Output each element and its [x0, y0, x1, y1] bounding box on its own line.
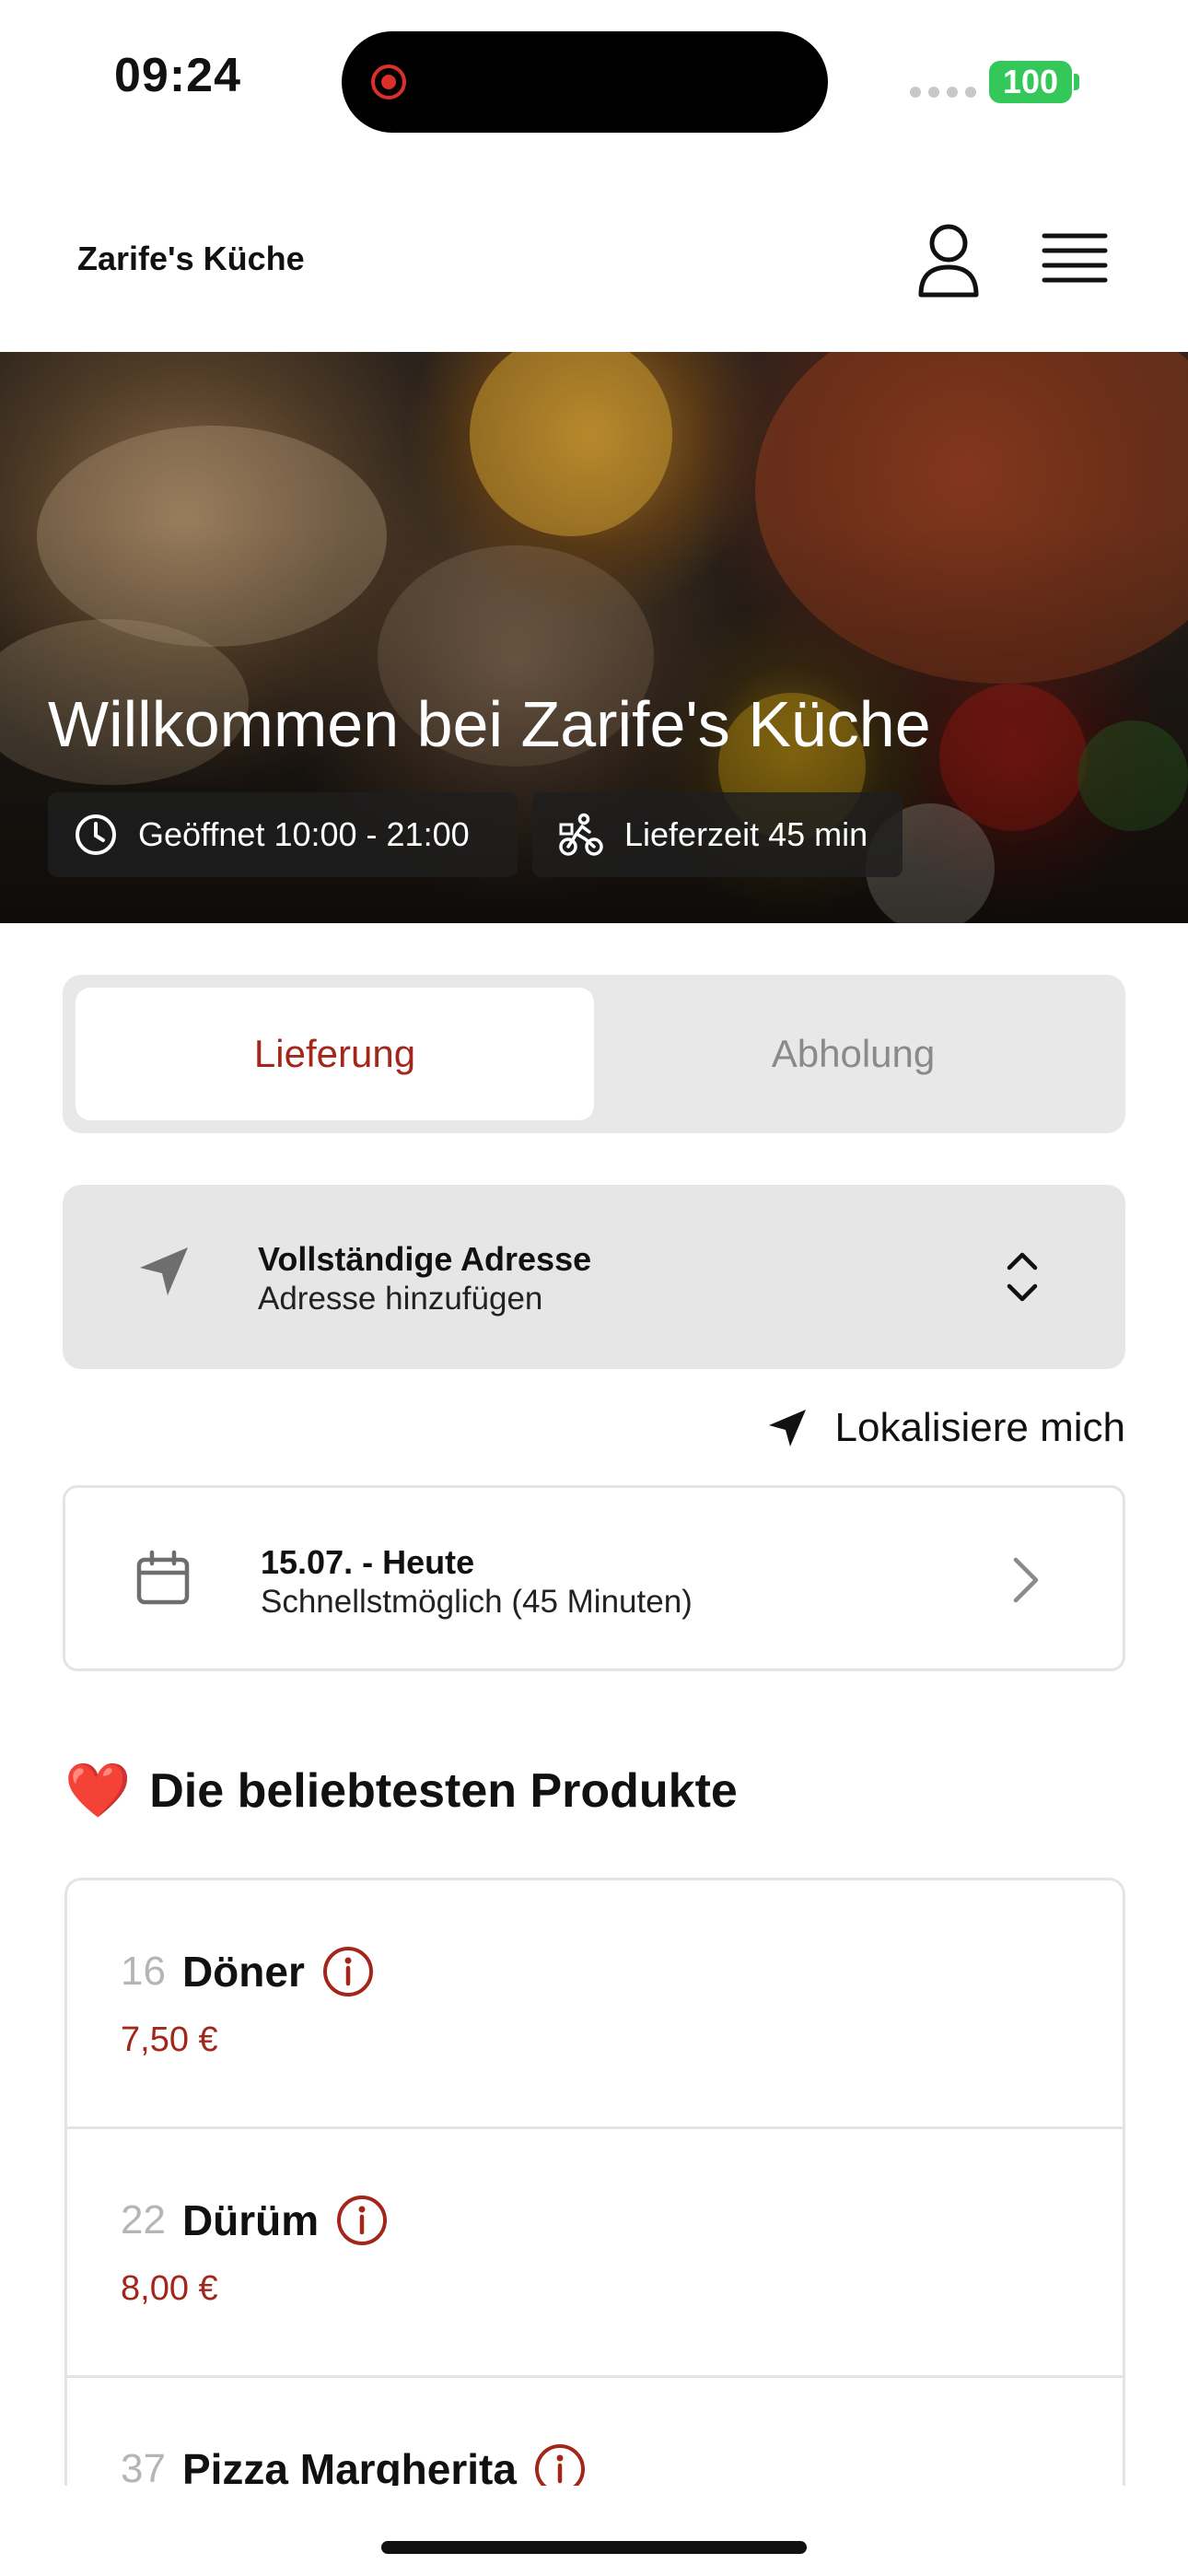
battery-indicator: 100	[989, 61, 1072, 103]
clock-icon	[76, 814, 116, 855]
tab-delivery[interactable]: Lieferung	[76, 988, 594, 1120]
opening-hours-chip: Geöffnet 10:00 - 21:00	[48, 792, 518, 877]
hero-banner: Willkommen bei Zarife's Küche Geöffnet 1…	[0, 352, 1188, 923]
product-name: Pizza Margherita	[181, 2445, 517, 2486]
home-indicator[interactable]	[381, 2541, 807, 2554]
info-icon[interactable]	[321, 1945, 375, 1998]
product-item[interactable]: 16 Döner 7,50 €	[67, 1880, 1123, 2129]
order-mode-toggle: Lieferung Abholung	[63, 975, 1125, 1133]
product-number: 22	[121, 2197, 166, 2242]
address-selector[interactable]: Vollständige Adresse Adresse hinzufügen	[63, 1185, 1125, 1369]
app-header: Zarife's Küche	[0, 184, 1188, 352]
address-title: Vollständige Adresse	[258, 1240, 592, 1278]
popular-products-list: 16 Döner 7,50 € 22 Dürüm 8,00 € 37 Pizza…	[64, 1878, 1125, 2486]
delivery-time-option: Schnellstmöglich (45 Minuten)	[261, 1584, 693, 1620]
info-icon[interactable]	[533, 2442, 587, 2486]
locate-me-label: Lokalisiere mich	[834, 1405, 1125, 1450]
bicycle-courier-icon	[559, 813, 603, 856]
product-price: 7,50 €	[121, 2020, 218, 2059]
product-item[interactable]: 22 Dürüm 8,00 €	[67, 2129, 1123, 2378]
status-time: 09:24	[114, 49, 241, 102]
status-bar: 09:24 100	[0, 0, 1188, 157]
cellular-signal-icon	[910, 87, 976, 98]
user-account-button[interactable]	[915, 223, 982, 299]
delivery-time-chip: Lieferzeit 45 min	[532, 792, 903, 877]
user-icon	[918, 224, 979, 298]
product-name: Dürüm	[181, 2196, 320, 2244]
chevron-right-icon	[1013, 1557, 1039, 1603]
hero-title: Willkommen bei Zarife's Küche	[48, 688, 931, 760]
popular-products-heading: ❤️ Die beliebtesten Produkte	[64, 1763, 738, 1819]
dynamic-island	[342, 31, 828, 133]
battery-tip	[1074, 74, 1079, 90]
navigation-arrow-icon	[768, 1410, 806, 1446]
calendar-icon	[136, 1550, 190, 1605]
recording-indicator-icon	[371, 64, 406, 100]
locate-me-button[interactable]: Lokalisiere mich	[746, 1399, 1125, 1458]
product-item[interactable]: 37 Pizza Margherita	[67, 2378, 1123, 2486]
menu-button[interactable]	[1041, 230, 1109, 287]
opening-hours-text: Geöffnet 10:00 - 21:00	[138, 815, 470, 853]
product-price: 8,00 €	[121, 2269, 218, 2308]
tab-pickup[interactable]: Abholung	[594, 988, 1112, 1120]
location-arrow-icon	[140, 1247, 188, 1295]
heart-icon: ❤️	[64, 1761, 132, 1821]
info-icon[interactable]	[335, 2194, 389, 2247]
chevron-up-down-icon	[1007, 1252, 1038, 1302]
product-number: 37	[121, 2446, 166, 2486]
delivery-time-selector[interactable]: 15.07. - Heute Schnellstmöglich (45 Minu…	[63, 1485, 1125, 1671]
delivery-date: 15.07. - Heute	[261, 1543, 475, 1581]
hamburger-menu-icon	[1042, 233, 1108, 283]
section-title: Die beliebtesten Produkte	[149, 1764, 738, 1818]
address-subtitle: Adresse hinzufügen	[258, 1281, 543, 1317]
product-number: 16	[121, 1949, 166, 1994]
delivery-time-text: Lieferzeit 45 min	[624, 815, 868, 853]
brand-name[interactable]: Zarife's Küche	[77, 240, 305, 278]
product-name: Döner	[181, 1948, 305, 1996]
